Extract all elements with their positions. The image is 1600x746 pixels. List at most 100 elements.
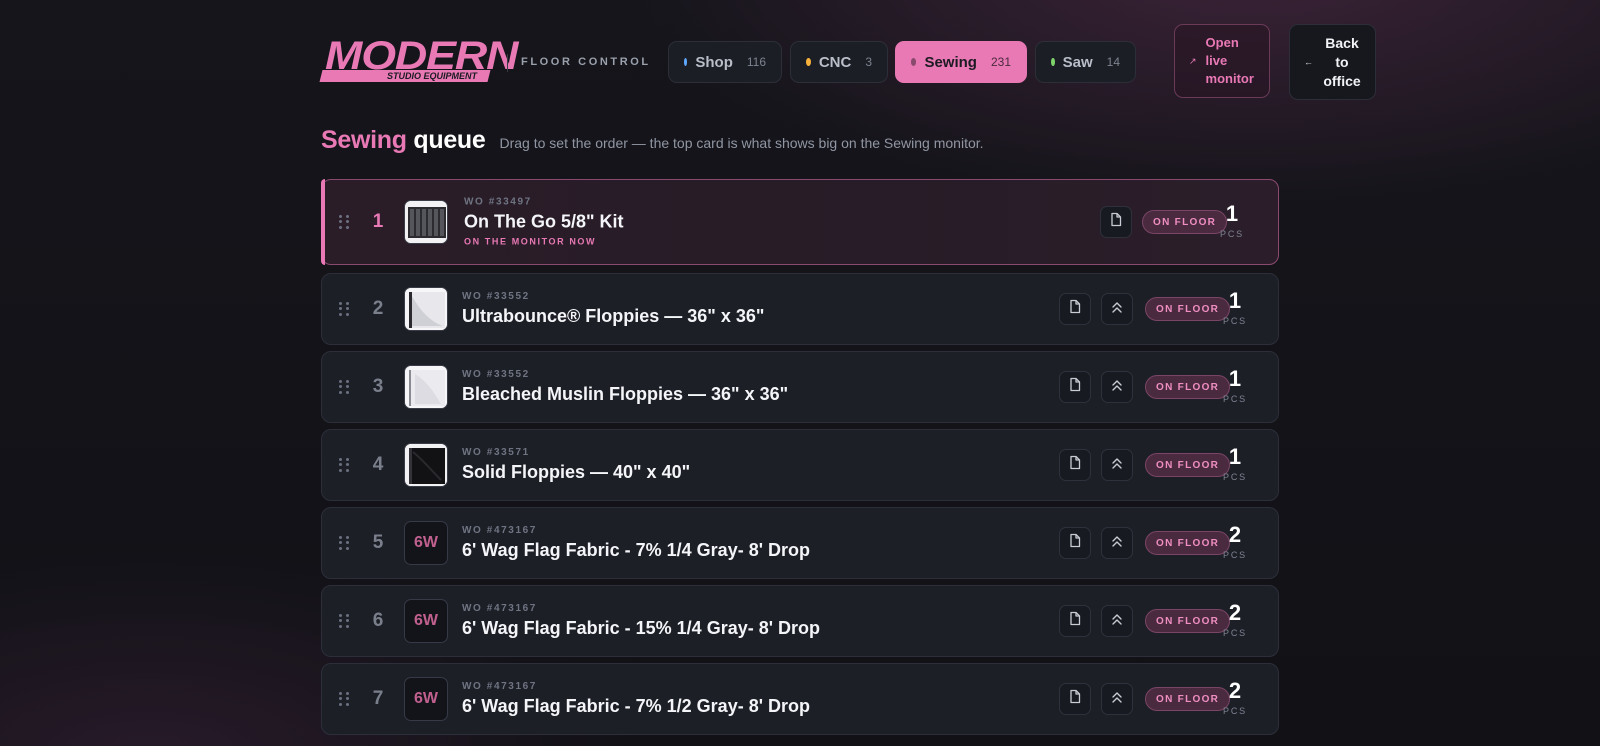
queue-card[interactable]: 6 6W WO #473167 6' Wag Flag Fabric - 15% 1/…	[321, 585, 1279, 657]
logo-subtitle: STUDIO EQUIPMENT	[387, 71, 478, 81]
document-icon	[1068, 299, 1082, 319]
work-order-number: WO #473167	[462, 681, 537, 692]
tab-label: Sewing	[924, 53, 977, 71]
arrow-left-icon: ←	[1304, 57, 1313, 67]
document-icon	[1068, 689, 1082, 709]
quantity-value: 1	[1228, 288, 1242, 313]
tab-label: Saw	[1062, 53, 1093, 71]
open-document-button[interactable]	[1059, 293, 1091, 325]
modern-logo: MODERN STUDIO EQUIPMENT	[319, 36, 519, 108]
open-live-monitor-button[interactable]: ↗ Open live monitor	[1174, 24, 1270, 98]
quantity-unit: PCS	[1223, 550, 1247, 560]
queue-position: 3	[372, 376, 384, 397]
drag-handle-icon[interactable]	[339, 536, 350, 550]
quantity-unit: PCS	[1223, 472, 1247, 482]
drag-handle-icon[interactable]	[339, 302, 350, 316]
tab-label: Shop	[695, 53, 733, 71]
drag-handle-icon[interactable]	[339, 458, 350, 472]
status-dot	[911, 58, 917, 66]
drag-handle-icon[interactable]	[339, 614, 350, 628]
tab-saw[interactable]: Saw 14	[1035, 41, 1136, 83]
quantity: 1 PCS	[1212, 203, 1252, 241]
queue-card-active[interactable]: 1 WO #33497 On The Go 5/8" Kit ON THE MONIT…	[321, 179, 1279, 265]
queue-position: 1	[372, 211, 384, 232]
tab-label: CNC	[818, 53, 852, 71]
item-code-thumbnail: 6W	[404, 599, 448, 643]
move-to-top-button[interactable]	[1101, 449, 1133, 481]
quantity-value: 2	[1228, 678, 1242, 703]
quantity: 2 PCS	[1215, 680, 1255, 718]
work-order-number: WO #33552	[462, 291, 530, 302]
drag-handle-icon[interactable]	[339, 380, 350, 394]
work-order-number: WO #33497	[464, 196, 532, 208]
quantity-value: 1	[1228, 366, 1242, 391]
back-to-office-button[interactable]: ← Back to office	[1289, 24, 1376, 100]
work-order-number: WO #33571	[462, 447, 530, 458]
product-name: 6' Wag Flag Fabric - 7% 1/2 Gray- 8' Dro…	[462, 696, 810, 716]
open-document-button[interactable]	[1100, 206, 1132, 238]
queue-card[interactable]: 3 WO #33552 Bleached Muslin Floppies — 36"…	[321, 351, 1279, 423]
tab-count: 14	[1106, 55, 1120, 69]
queue-position: 4	[372, 454, 384, 475]
external-link-icon: ↗	[1189, 55, 1197, 66]
product-name: Bleached Muslin Floppies — 36" x 36"	[462, 384, 789, 404]
tab-sewing[interactable]: Sewing 231	[895, 41, 1027, 83]
quantity-unit: PCS	[1223, 394, 1247, 404]
quantity: 1 PCS	[1215, 446, 1255, 484]
status-dot	[684, 58, 688, 66]
queue-position: 6	[372, 610, 384, 631]
work-order-info: WO #473167 6' Wag Flag Fabric - 7% 1/2 Gr…	[462, 680, 810, 718]
status-dot	[1051, 58, 1055, 66]
chevrons-up-icon	[1111, 378, 1123, 397]
work-order-info: WO #473167 6' Wag Flag Fabric - 15% 1/4 G…	[462, 602, 820, 640]
page-title: Sewing queue	[321, 126, 486, 155]
quantity-unit: PCS	[1223, 628, 1247, 638]
move-to-top-button[interactable]	[1101, 371, 1133, 403]
move-to-top-button[interactable]	[1101, 683, 1133, 715]
chevrons-up-icon	[1111, 456, 1123, 475]
open-document-button[interactable]	[1059, 449, 1091, 481]
work-order-number: WO #33552	[462, 369, 530, 380]
quantity-unit: PCS	[1223, 316, 1247, 326]
product-name: Solid Floppies — 40" x 40"	[462, 462, 691, 482]
tab-cnc[interactable]: CNC 3	[790, 41, 888, 83]
work-order-info: WO #33497 On The Go 5/8" Kit ON THE MONITO…	[464, 196, 624, 249]
product-thumbnail	[404, 287, 448, 331]
product-thumbnail	[404, 200, 448, 244]
product-name: Ultrabounce® Floppies — 36" x 36"	[462, 306, 765, 326]
quantity-value: 1	[1225, 201, 1239, 226]
queue-card[interactable]: 5 6W WO #473167 6' Wag Flag Fabric - 7% 1/4…	[321, 507, 1279, 579]
quantity-unit: PCS	[1223, 706, 1247, 716]
drag-handle-icon[interactable]	[339, 692, 350, 706]
queue-position: 7	[372, 688, 384, 709]
chevrons-up-icon	[1111, 690, 1123, 709]
open-document-button[interactable]	[1059, 527, 1091, 559]
move-to-top-button[interactable]	[1101, 293, 1133, 325]
move-to-top-button[interactable]	[1101, 605, 1133, 637]
open-document-button[interactable]	[1059, 605, 1091, 637]
header: MODERN STUDIO EQUIPMENT FLOOR CONTROL Sh…	[319, 24, 1379, 100]
back-to-office-label: Back to office	[1323, 34, 1361, 89]
quantity: 1 PCS	[1215, 368, 1255, 406]
queue-card[interactable]: 4 WO #33571 Solid Floppies — 40" x 40" ON F…	[321, 429, 1279, 501]
queue-position: 2	[372, 298, 384, 319]
work-order-number: WO #473167	[462, 525, 537, 536]
on-monitor-note: ON THE MONITOR NOW	[464, 236, 597, 247]
header-divider	[507, 54, 508, 72]
drag-handle-icon[interactable]	[339, 215, 350, 229]
product-name: 6' Wag Flag Fabric - 15% 1/4 Gray- 8' Dr…	[462, 618, 820, 638]
queue-card[interactable]: 7 6W WO #473167 6' Wag Flag Fabric - 7% 1/2…	[321, 663, 1279, 735]
tab-shop[interactable]: Shop 116	[668, 41, 782, 83]
tab-count: 3	[865, 55, 872, 69]
queue-card[interactable]: 2 WO #33552 Ultrabounce® Floppies — 36" x …	[321, 273, 1279, 345]
quantity-value: 2	[1228, 600, 1242, 625]
work-order-info: WO #33552 Bleached Muslin Floppies — 36" …	[462, 368, 788, 406]
item-code-thumbnail: 6W	[404, 521, 448, 565]
page-title-row: Sewing queue Drag to set the order — the…	[321, 126, 1321, 156]
quantity: 2 PCS	[1215, 524, 1255, 562]
product-thumbnail	[404, 443, 448, 487]
open-document-button[interactable]	[1059, 371, 1091, 403]
move-to-top-button[interactable]	[1101, 527, 1133, 559]
open-document-button[interactable]	[1059, 683, 1091, 715]
page-subtitle: Drag to set the order — the top card is …	[499, 135, 984, 151]
